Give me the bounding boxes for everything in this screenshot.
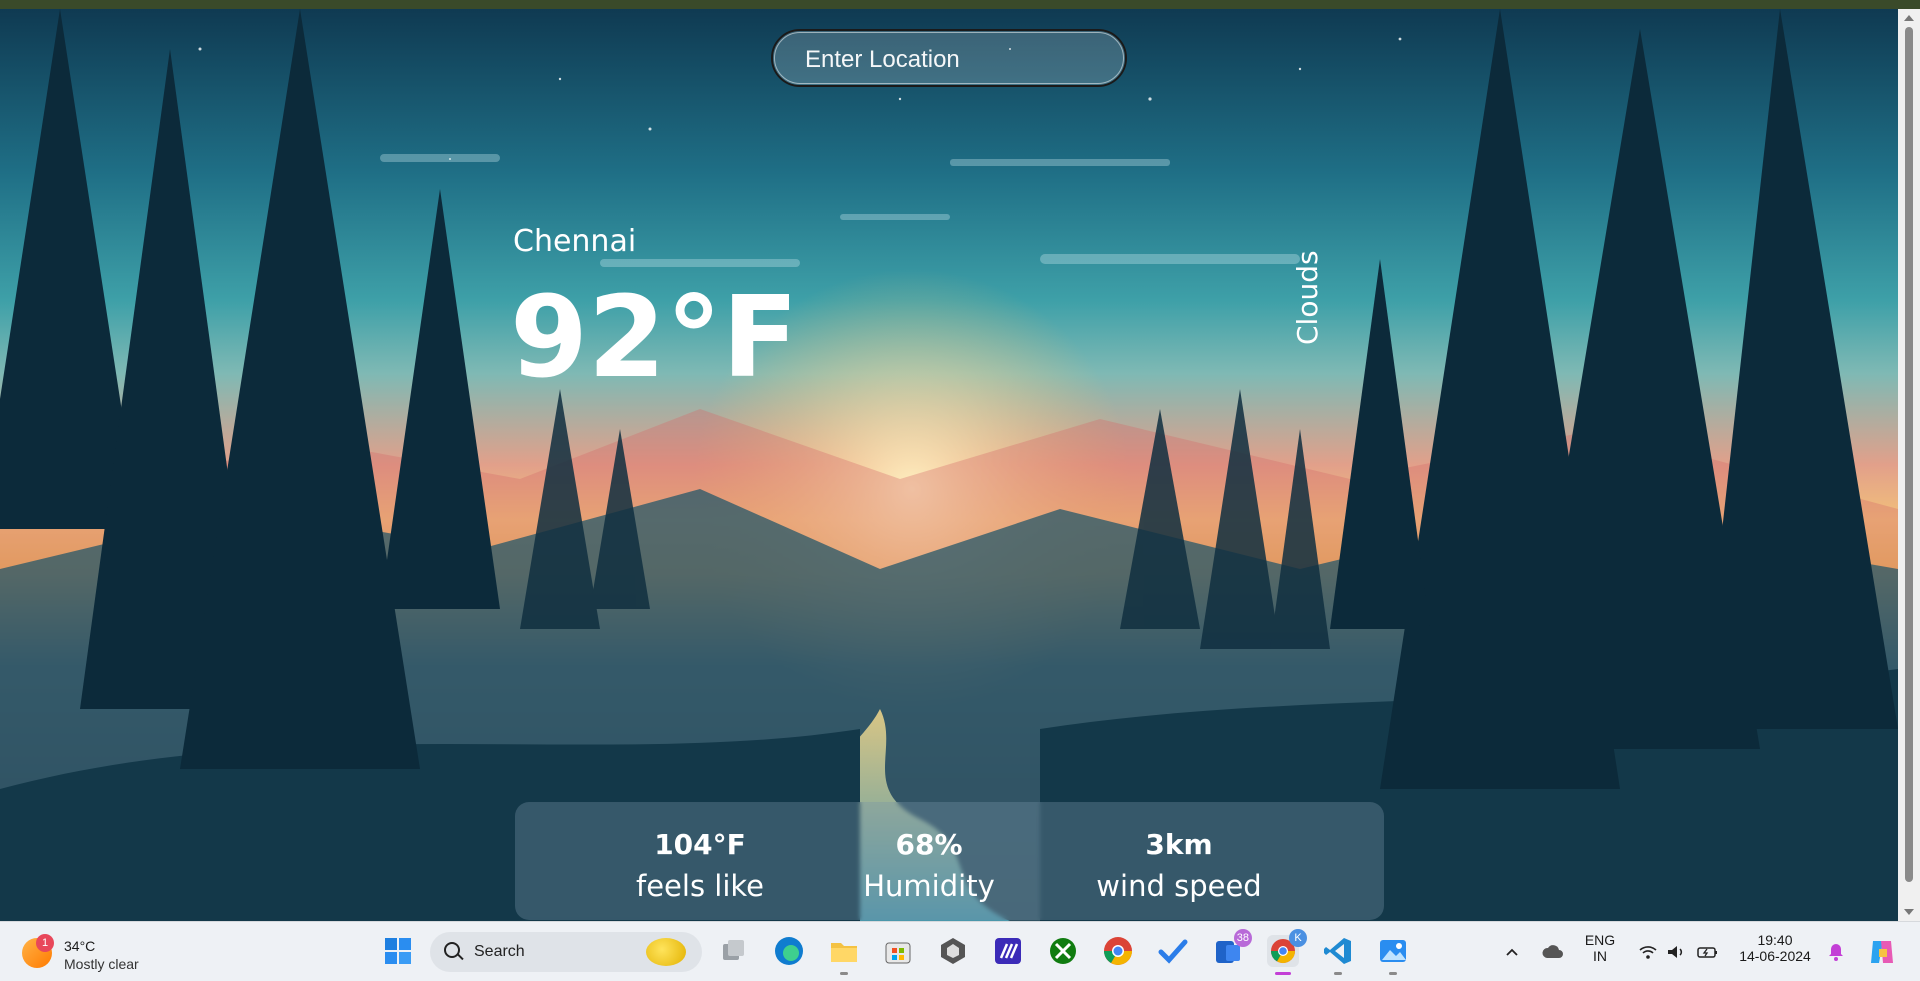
wind-speed-label: wind speed <box>1096 869 1262 903</box>
cloud-icon <box>1542 945 1563 958</box>
todo-check-icon <box>1158 939 1188 964</box>
widget-condition: Mostly clear <box>64 956 139 972</box>
chevron-up-icon <box>1506 948 1518 956</box>
windows-logo-icon <box>385 938 411 964</box>
feels-like-value: 104°F <box>654 828 746 861</box>
taskbar-weather-widget[interactable]: 1 34°C Mostly clear <box>22 932 172 974</box>
scroll-up-arrow-icon[interactable] <box>1904 15 1914 21</box>
search-highlight-icon <box>646 938 686 966</box>
wind-speed-stat: 3km wind speed <box>1079 828 1279 903</box>
copilot-button[interactable] <box>1864 934 1900 970</box>
scroll-down-arrow-icon[interactable] <box>1904 909 1914 915</box>
humidity-stat: 68% Humidity <box>829 828 1029 903</box>
folder-icon <box>831 943 857 962</box>
humidity-value: 68% <box>895 828 963 861</box>
running-indicator <box>1389 972 1397 975</box>
speaker-icon <box>1668 946 1683 958</box>
feels-like-stat: 104°F feels like <box>600 828 800 903</box>
humidity-label: Humidity <box>863 869 995 903</box>
clock-time: 19:40 <box>1757 932 1793 948</box>
volume-button[interactable] <box>1658 934 1694 970</box>
weather-condition: Clouds <box>1291 250 1324 345</box>
wind-speed-value: 3km <box>1145 828 1213 861</box>
edge-icon <box>775 937 803 965</box>
running-indicator <box>840 972 848 975</box>
edge-app[interactable] <box>773 935 805 967</box>
city-name: Chennai <box>513 224 637 259</box>
chrome-icon <box>1104 937 1132 965</box>
task-view-button[interactable] <box>718 935 750 967</box>
language-code: ENG <box>1584 932 1616 948</box>
battery-charging-icon <box>1697 947 1717 958</box>
taskbar-search-label: Search <box>474 943 525 960</box>
copilot-icon <box>1871 941 1893 963</box>
forest-illustration <box>0 9 1898 921</box>
weather-alert-badge: 1 <box>36 934 54 952</box>
start-button[interactable] <box>382 935 414 967</box>
xbox-icon <box>1050 938 1076 964</box>
file-explorer-app[interactable] <box>828 935 860 975</box>
battery-button[interactable] <box>1690 934 1726 970</box>
browser-top-strip <box>0 0 1920 9</box>
xbox-app[interactable] <box>1047 935 1079 967</box>
temperature-value: 92°F <box>510 273 799 403</box>
vscode-icon <box>1324 938 1351 964</box>
forest-background <box>0 9 1898 921</box>
location-search-input[interactable] <box>803 43 1107 77</box>
taskbar-search[interactable]: Search <box>430 932 702 972</box>
page-scrollbar[interactable] <box>1898 9 1920 921</box>
vscode-app[interactable] <box>1322 935 1354 975</box>
scrollbar-thumb[interactable] <box>1905 27 1913 882</box>
region-code: IN <box>1593 948 1607 964</box>
bell-icon <box>1829 944 1843 961</box>
feels-like-label: feels like <box>636 869 764 903</box>
app-codeium[interactable] <box>992 935 1024 967</box>
app-unity[interactable] <box>937 935 969 967</box>
task-view-icon <box>723 940 744 960</box>
photos-app[interactable] <box>1377 935 1409 975</box>
chrome-app[interactable] <box>1102 935 1134 967</box>
language-indicator[interactable]: ENG IN <box>1580 932 1620 964</box>
clock[interactable]: 19:40 14-06-2024 <box>1732 932 1818 964</box>
onedrive-button[interactable] <box>1535 934 1571 970</box>
phone-link-app[interactable]: 38 <box>1212 929 1252 967</box>
weather-stats-panel: 104°F feels like 68% Humidity 3km wind s… <box>515 802 1384 920</box>
location-search-box[interactable] <box>771 29 1127 87</box>
store-icon <box>885 942 911 964</box>
notifications-button[interactable] <box>1818 934 1854 970</box>
running-indicator <box>1334 972 1342 975</box>
search-icon <box>444 942 460 958</box>
windows-taskbar: 1 34°C Mostly clear Search 38 K ENG IN 1… <box>0 921 1920 981</box>
widget-temperature: 34°C <box>64 938 96 954</box>
clock-date: 14-06-2024 <box>1739 948 1811 964</box>
chrome-profile-badge: K <box>1289 929 1307 947</box>
wifi-icon <box>1639 946 1657 959</box>
photos-icon <box>1380 940 1406 962</box>
store-app[interactable] <box>882 935 914 967</box>
active-indicator <box>1275 972 1291 975</box>
chrome-profile-app[interactable]: K <box>1267 929 1307 975</box>
codeium-icon <box>995 938 1021 964</box>
show-hidden-icons-button[interactable] <box>1494 934 1530 970</box>
unity-icon <box>941 938 965 964</box>
phone-link-badge: 38 <box>1233 929 1252 947</box>
todo-app[interactable] <box>1157 935 1189 967</box>
